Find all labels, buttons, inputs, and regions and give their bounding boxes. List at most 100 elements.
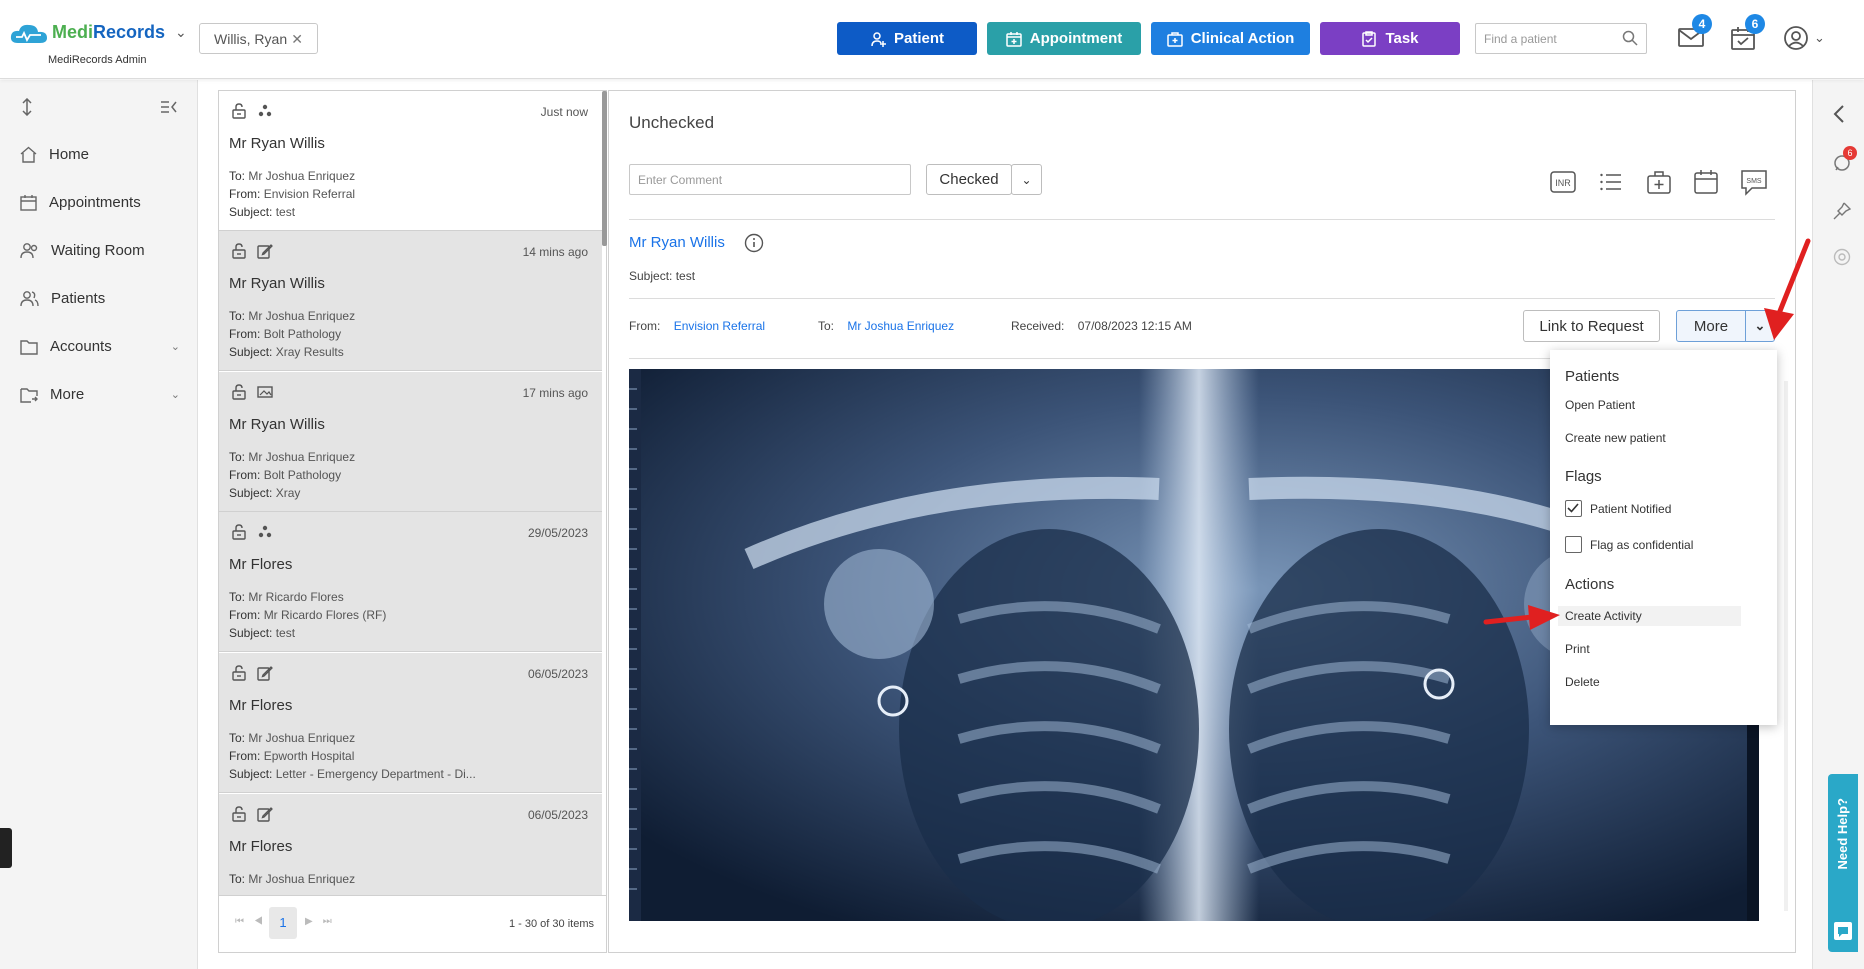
message-to: Mr Joshua Enriquez: [248, 169, 356, 183]
new-task-button[interactable]: Task: [1320, 22, 1460, 55]
menu-item-create-activity[interactable]: Create Activity: [1565, 609, 1642, 623]
checked-button[interactable]: Checked: [926, 164, 1012, 195]
sidebar-item-waiting-room[interactable]: Waiting Room: [20, 242, 180, 259]
info-icon[interactable]: [744, 233, 764, 258]
list-item[interactable]: 17 mins ago Mr Ryan Willis To: Mr Joshua…: [219, 372, 602, 512]
list-view-button[interactable]: [1597, 168, 1625, 196]
sms-button[interactable]: SMS: [1740, 168, 1768, 196]
link-to-request-label: Link to Request: [1539, 317, 1644, 335]
chevron-left-icon[interactable]: [1833, 104, 1845, 129]
sidebar-item-more[interactable]: More ⌄: [20, 386, 180, 403]
inr-button[interactable]: INR: [1549, 168, 1577, 196]
search-icon[interactable]: [1622, 30, 1638, 46]
message-status: Unchecked: [629, 113, 715, 132]
app-logo[interactable]: MediRecords ⌄: [10, 22, 187, 43]
menu-item-print[interactable]: Print: [1565, 642, 1590, 656]
list-item[interactable]: Just now Mr Ryan Willis To: Mr Joshua En…: [219, 91, 602, 231]
clipboard-icon: [1362, 30, 1377, 47]
new-appointment-button[interactable]: Appointment: [987, 22, 1141, 55]
sidebar-item-appointments[interactable]: Appointments: [20, 194, 180, 211]
patient-name-link[interactable]: Mr Ryan Willis: [629, 234, 725, 251]
menu-item-create-new-patient[interactable]: Create new patient: [1565, 431, 1666, 445]
pager-next-icons[interactable]: ▶⏭: [305, 916, 342, 927]
current-patient-chip[interactable]: Willis, Ryan ✕: [199, 23, 318, 54]
link-to-request-button[interactable]: Link to Request: [1523, 310, 1660, 342]
user-menu[interactable]: ⌄: [1784, 26, 1825, 50]
message-from: Mr Ricardo Flores (RF): [263, 608, 387, 622]
edit-icon: [257, 807, 273, 822]
flag-confidential-checkbox[interactable]: [1565, 536, 1582, 553]
resize-vertical-icon[interactable]: [20, 97, 34, 121]
from-link[interactable]: Envision Referral: [674, 319, 765, 333]
edit-icon: [257, 244, 273, 259]
sidebar-item-label: Appointments: [49, 194, 141, 211]
add-clinical-button[interactable]: [1645, 168, 1673, 196]
mail-button[interactable]: 4: [1678, 14, 1712, 53]
edit-icon: [257, 666, 273, 681]
patient-button-label: Patient: [893, 30, 944, 47]
user-avatar-icon: [1784, 26, 1808, 50]
need-help-button[interactable]: Need Help?: [1828, 774, 1858, 952]
help-chat-icon: [1834, 922, 1852, 940]
home-icon: [20, 146, 37, 163]
message-to: Mr Ricardo Flores: [248, 590, 344, 604]
detail-scrollbar-track[interactable]: [1784, 381, 1788, 911]
message-patient-name: Mr Flores: [229, 556, 293, 573]
inr-icon: INR: [1550, 171, 1576, 193]
close-icon[interactable]: ✕: [291, 31, 303, 47]
pager-prev-icons[interactable]: ⏮◀: [235, 916, 273, 927]
network-icon: [258, 525, 272, 538]
sidebar-item-accounts[interactable]: Accounts ⌄: [20, 338, 180, 355]
find-patient-input[interactable]: Find a patient: [1475, 23, 1647, 54]
message-icons: [231, 524, 273, 540]
message-to: Mr Joshua Enriquez: [248, 450, 356, 464]
menu-item-delete[interactable]: Delete: [1565, 675, 1600, 689]
menu-item-flag-confidential[interactable]: Flag as confidential: [1590, 538, 1693, 552]
list-item[interactable]: 29/05/2023 Mr Flores To: Mr Ricardo Flor…: [219, 512, 602, 652]
collapse-sidebar-icon[interactable]: [160, 100, 178, 119]
new-patient-button[interactable]: Patient: [837, 22, 977, 55]
sidebar: Home Appointments Waiting Room Patients …: [0, 80, 198, 969]
pin-icon[interactable]: [1833, 202, 1852, 225]
message-subject: test: [275, 626, 296, 640]
more-dropdown-menu: Patients Open Patient Create new patient…: [1550, 350, 1777, 725]
side-feedback-tab[interactable]: [0, 828, 12, 868]
comment-input[interactable]: Enter Comment: [629, 164, 911, 195]
calendar-add-icon: [1006, 31, 1022, 47]
menu-item-patient-notified[interactable]: Patient Notified: [1590, 502, 1671, 516]
chevron-down-icon: ⌄: [1814, 30, 1825, 45]
message-from: Bolt Pathology: [263, 468, 342, 482]
list-item[interactable]: 06/05/2023 Mr Flores To: Mr Joshua Enriq…: [219, 794, 602, 896]
list-item[interactable]: 14 mins ago Mr Ryan Willis To: Mr Joshua…: [219, 231, 602, 371]
sidebar-item-label: Accounts: [50, 338, 112, 355]
message-to: Mr Joshua Enriquez: [248, 309, 356, 323]
sidebar-item-patients[interactable]: Patients: [20, 290, 180, 307]
mention-icon[interactable]: [1833, 248, 1851, 271]
need-help-label: Need Help?: [1835, 798, 1850, 870]
menu-item-open-patient[interactable]: Open Patient: [1565, 398, 1635, 412]
sidebar-item-home[interactable]: Home: [20, 146, 180, 163]
tasks-button[interactable]: 6: [1731, 14, 1765, 55]
chevron-down-icon[interactable]: ⌄: [175, 24, 187, 41]
more-button[interactable]: More: [1676, 310, 1746, 342]
divider: [629, 219, 1775, 220]
page-number-current[interactable]: 1: [269, 907, 297, 939]
divider: [629, 298, 1775, 299]
chevron-down-icon: ⌄: [170, 389, 180, 401]
patient-notified-checkbox[interactable]: [1565, 500, 1582, 517]
message-subject: Letter - Emergency Department - Di...: [275, 767, 476, 781]
message-from: Envision Referral: [263, 187, 356, 201]
list-scrollbar[interactable]: [602, 91, 607, 246]
checked-dropdown-toggle[interactable]: ⌄: [1011, 164, 1042, 195]
new-clinical-action-button[interactable]: Clinical Action: [1151, 22, 1310, 55]
cloud-logo-icon: [10, 23, 48, 43]
message-from: Bolt Pathology: [263, 327, 342, 341]
appointment-tool-button[interactable]: [1692, 168, 1720, 196]
notifications-button[interactable]: 6: [1833, 146, 1857, 177]
message-time: 14 mins ago: [522, 245, 588, 259]
folder-icon: [20, 339, 38, 355]
to-link[interactable]: Mr Joshua Enriquez: [847, 319, 954, 333]
list-item[interactable]: 06/05/2023 Mr Flores To: Mr Joshua Enriq…: [219, 653, 602, 793]
sidebar-item-label: Waiting Room: [51, 242, 145, 259]
mail-count-badge: 4: [1692, 14, 1712, 34]
